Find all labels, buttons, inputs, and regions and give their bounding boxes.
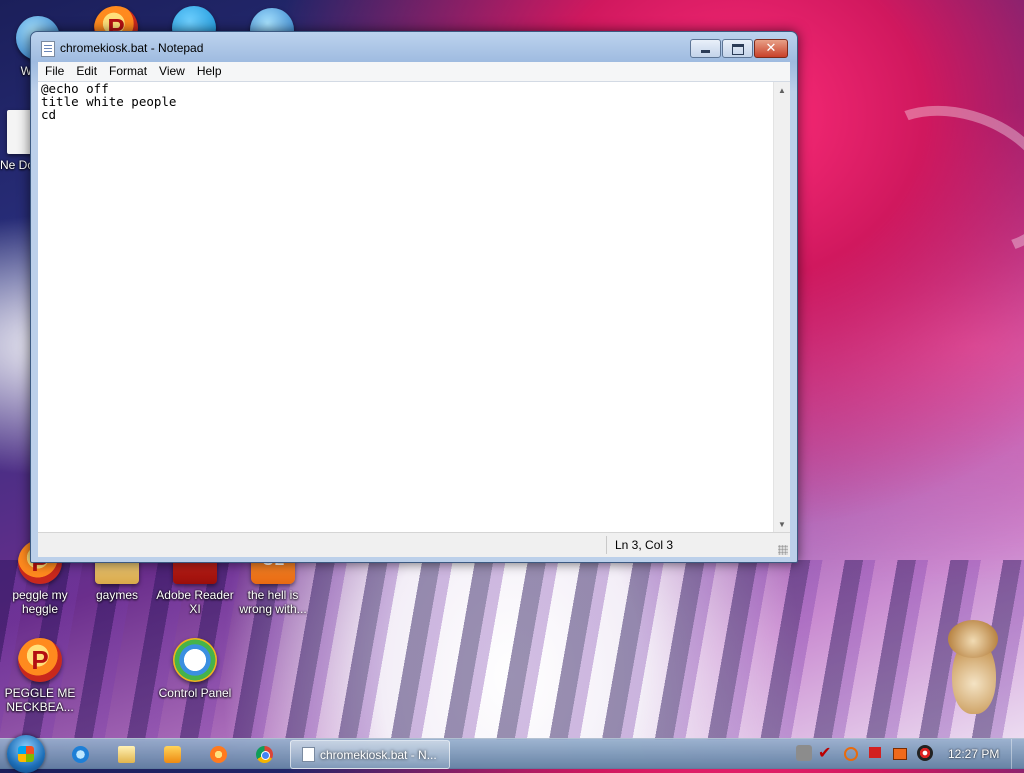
control-panel-icon <box>173 638 217 682</box>
close-button[interactable]: ✕ <box>754 39 788 58</box>
menu-format[interactable]: Format <box>104 62 152 81</box>
menu-bar: File Edit Format View Help <box>38 62 790 81</box>
show-desktop-button[interactable] <box>1011 739 1024 769</box>
network-icon[interactable] <box>796 745 812 761</box>
menu-help[interactable]: Help <box>192 62 227 81</box>
vertical-scrollbar[interactable]: ▲ ▼ <box>773 82 790 533</box>
editor-content[interactable]: @echo off title white people cd <box>41 82 176 121</box>
resize-grip-icon[interactable] <box>778 545 788 555</box>
taskbar: chromekiosk.bat - N... 12:27 PM <box>0 735 1024 773</box>
hamster-gadget[interactable] <box>944 618 1002 716</box>
flag-icon[interactable] <box>869 747 881 758</box>
desktop-icon-label: Control Panel <box>158 686 232 700</box>
desktop-icon-label: peggle my heggle <box>12 588 68 616</box>
windows-explorer-icon <box>118 746 135 763</box>
start-button[interactable] <box>7 735 45 773</box>
taskbar-pin-ie[interactable] <box>60 741 100 767</box>
desktop-icon-label: PEGGLE ME NECKBEA... <box>4 686 76 714</box>
menu-edit[interactable]: Edit <box>71 62 102 81</box>
notepad-icon <box>302 747 315 762</box>
taskbar-task-notepad[interactable]: chromekiosk.bat - N... <box>290 740 450 769</box>
action-center-icon[interactable] <box>893 748 907 760</box>
menu-file[interactable]: File <box>40 62 69 81</box>
desktop-icon-label: the hell is wrong with... <box>239 588 307 616</box>
title-bar[interactable]: chromekiosk.bat - Notepad ✕ <box>31 32 797 62</box>
clock[interactable]: 12:27 PM <box>948 747 999 761</box>
minimize-button[interactable] <box>690 39 721 58</box>
wallpaper-swirl <box>842 80 1024 280</box>
status-bar: Ln 3, Col 3 <box>38 532 790 557</box>
scroll-up-icon[interactable]: ▲ <box>778 86 786 95</box>
notepad-icon[interactable] <box>41 41 55 57</box>
cursor-position: Ln 3, Col 3 <box>615 538 674 552</box>
window-title: chromekiosk.bat - Notepad <box>60 41 204 55</box>
volume-icon[interactable] <box>917 745 933 761</box>
maximize-icon <box>732 44 744 55</box>
internet-explorer-icon <box>72 746 89 763</box>
desktop-icon-control-panel[interactable]: Control Panel <box>155 638 235 700</box>
status-divider <box>606 536 607 554</box>
menu-view[interactable]: View <box>154 62 190 81</box>
taskbar-pin-explorer[interactable] <box>106 741 146 767</box>
taskbar-pin-media[interactable] <box>152 741 192 767</box>
search-icon[interactable] <box>844 747 858 761</box>
notepad-window: chromekiosk.bat - Notepad ✕ File Edit Form… <box>30 31 798 563</box>
task-label: chromekiosk.bat - N... <box>320 748 437 762</box>
taskbar-pin-game[interactable] <box>198 741 238 767</box>
scroll-down-icon[interactable]: ▼ <box>778 520 786 529</box>
windows-logo-icon <box>18 746 34 762</box>
desktop-icon-label: gaymes <box>95 588 139 602</box>
peggle-icon <box>18 638 62 682</box>
checkmark-icon[interactable] <box>818 745 834 761</box>
close-icon: ✕ <box>765 41 777 56</box>
media-player-icon <box>164 746 181 763</box>
text-editor[interactable]: @echo off title white people cd ▲ ▼ <box>38 81 790 533</box>
desktop-icon-label: Adobe Reader XI <box>156 588 234 616</box>
game-icon <box>210 746 227 763</box>
chrome-icon <box>256 746 273 763</box>
maximize-button[interactable] <box>722 39 753 58</box>
minimize-icon <box>701 50 710 53</box>
taskbar-pin-chrome[interactable] <box>244 741 284 767</box>
hamster-head <box>948 620 998 658</box>
desktop-icon-peggle-neckbeard[interactable]: PEGGLE ME NECKBEA... <box>0 638 80 714</box>
